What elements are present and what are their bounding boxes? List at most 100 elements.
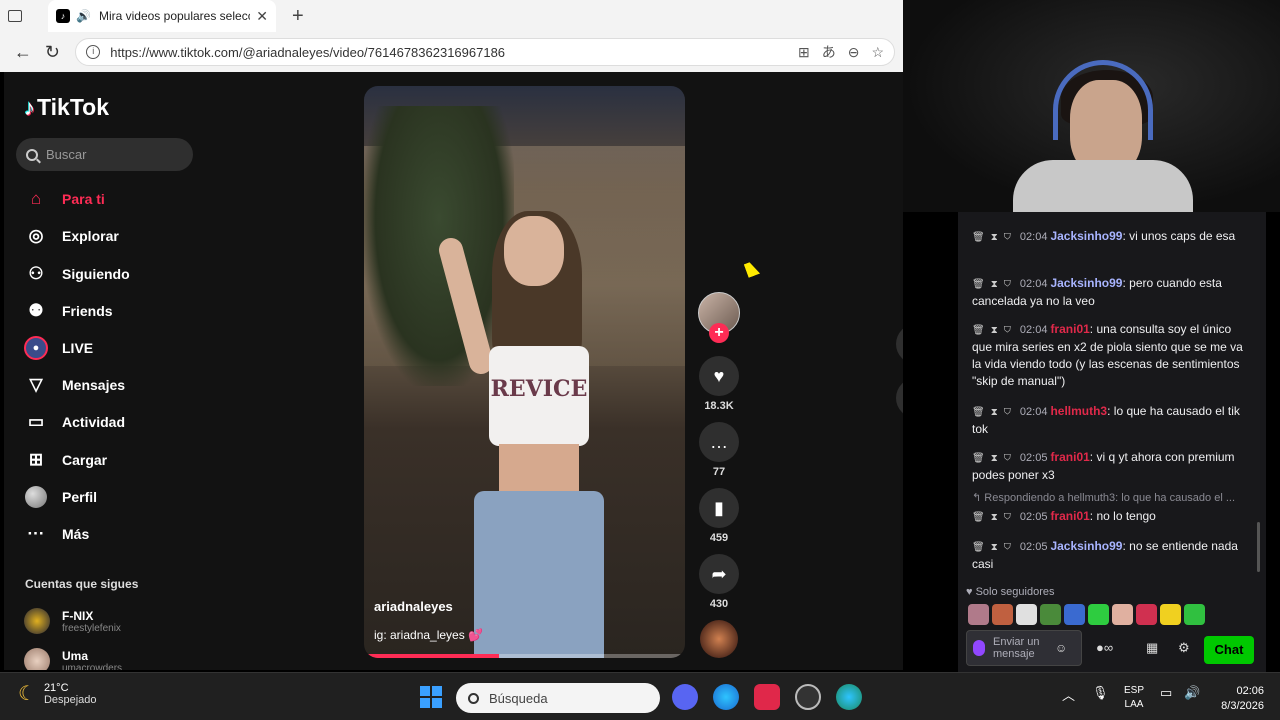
chat-message: 🗑⧗⛉ 02:04 hellmuth3: lo que ha causado el …: [972, 404, 1240, 436]
browser-tab[interactable]: ♪ 🔊 Mira videos populares selecci ✕: [48, 0, 276, 32]
gift-icon[interactable]: ▦: [1146, 640, 1158, 656]
emote-icon[interactable]: [1016, 604, 1037, 625]
sidebar-item-live[interactable]: ● LIVE: [24, 333, 93, 363]
weather-widget[interactable]: ☾ 21°C Despejado: [18, 681, 97, 706]
emote-icon[interactable]: [1184, 604, 1205, 625]
sidebar-item-cargar[interactable]: ⊞ Cargar: [24, 445, 107, 475]
emote-icon[interactable]: [1088, 604, 1109, 625]
speaker-icon[interactable]: 🔊: [76, 9, 91, 23]
sidebar: ♪ TikTok Buscar ⌂ Para ti ◎ Explorar ⚇ S…: [4, 72, 204, 670]
back-icon[interactable]: ←: [8, 42, 38, 63]
bookmark-icon: ▮: [699, 488, 739, 528]
like-button[interactable]: ♥ 18.3K: [698, 356, 740, 412]
following-account[interactable]: F-NIX freestylefenix: [24, 608, 121, 634]
video-progress-bar[interactable]: [364, 654, 685, 658]
chat-user[interactable]: Jacksinho99: [1050, 229, 1122, 243]
address-bar[interactable]: i https://www.tiktok.com/@ariadnaleyes/v…: [75, 38, 896, 66]
tab-actions-icon[interactable]: [8, 10, 22, 22]
sidebar-item-friends[interactable]: ⚉ Friends: [24, 296, 113, 326]
vivaldi-icon[interactable]: [754, 684, 780, 710]
chat-user[interactable]: frani01: [1050, 322, 1089, 336]
taskbar-search-label: Búsqueda: [489, 690, 548, 706]
chat-scrollbar[interactable]: [1257, 522, 1260, 572]
channel-points-icon[interactable]: ●∞: [1096, 640, 1113, 655]
emote-icon[interactable]: [968, 604, 989, 625]
chat-user[interactable]: Jacksinho99: [1050, 539, 1122, 553]
app-icon[interactable]: ⊞: [798, 44, 810, 61]
following-account[interactable]: Uma umacrowders: [24, 648, 122, 670]
sidebar-item-label: Perfil: [62, 489, 98, 505]
following-icon: ⚇: [28, 264, 44, 283]
emote-icon[interactable]: [1112, 604, 1133, 625]
chat-send-button[interactable]: Chat: [1204, 636, 1254, 664]
save-button[interactable]: ▮ 459: [698, 488, 740, 544]
sidebar-item-mas[interactable]: ··· Más: [24, 519, 90, 549]
sidebar-item-siguiendo[interactable]: ⚇ Siguiendo: [24, 259, 130, 289]
system-clock[interactable]: 02:06 8/3/2026: [1206, 684, 1264, 714]
sidebar-item-label: LIVE: [62, 340, 94, 356]
taskbar-search[interactable]: Búsqueda: [456, 683, 660, 713]
video-subject: REVICE: [436, 211, 614, 658]
language-indicator[interactable]: ESP LAA: [1124, 684, 1144, 712]
logo-text: TikTok: [37, 94, 109, 120]
video-caption: ig: ariadna_leyes 💕: [374, 628, 484, 642]
avatar: [24, 648, 50, 670]
network-icon[interactable]: ▭: [1160, 685, 1172, 701]
sidebar-item-perfil[interactable]: Perfil: [24, 482, 97, 512]
sidebar-item-label: Friends: [62, 303, 113, 319]
headset: [1053, 60, 1153, 140]
new-tab-icon[interactable]: +: [292, 5, 304, 28]
chat-message: 🗑⧗⛉ 02:04 frani01: una consulta soy el úni…: [972, 322, 1243, 388]
chat-input[interactable]: Enviar un mensaje ☺: [966, 630, 1082, 666]
translate-icon[interactable]: あ: [822, 42, 836, 62]
emote-icon[interactable]: [1064, 604, 1085, 625]
chat-time: 02:05: [1019, 452, 1048, 464]
video-author[interactable]: ariadnaleyes: [374, 599, 453, 614]
emote-icon[interactable]: [1160, 604, 1181, 625]
sidebar-item-label: Siguiendo: [62, 266, 130, 282]
share-button[interactable]: ➦ 430: [698, 554, 740, 610]
search-icon: [26, 148, 38, 161]
obs-icon[interactable]: [795, 684, 821, 710]
activity-icon: ▭: [27, 412, 45, 431]
chat-user[interactable]: hellmuth3: [1050, 404, 1107, 418]
comment-button[interactable]: … 77: [698, 422, 740, 478]
comment-icon: …: [699, 422, 739, 462]
tiktok-logo[interactable]: ♪ TikTok: [24, 94, 109, 121]
edge-icon[interactable]: [713, 684, 739, 710]
mic-icon[interactable]: [973, 640, 985, 656]
zoom-icon[interactable]: ⊖: [848, 44, 860, 61]
sidebar-item-para-ti[interactable]: ⌂ Para ti: [24, 184, 105, 214]
sidebar-item-explorar[interactable]: ◎ Explorar: [24, 221, 119, 251]
sidebar-item-mensajes[interactable]: ▽ Mensajes: [24, 370, 125, 400]
music-disc-icon[interactable]: [700, 620, 738, 658]
emote-icon[interactable]: [1040, 604, 1061, 625]
volume-icon[interactable]: 🔊: [1184, 685, 1200, 701]
discord-icon[interactable]: [672, 684, 698, 710]
chevron-up-icon[interactable]: ︿: [1062, 685, 1075, 704]
search-input[interactable]: Buscar: [16, 138, 193, 171]
settings-gear-icon[interactable]: ⚙: [1178, 640, 1190, 656]
site-info-icon[interactable]: i: [86, 45, 101, 59]
mod-badges-icon: 🗑⧗⛉: [972, 512, 1017, 523]
chat-user[interactable]: frani01: [1050, 450, 1089, 464]
previous-video-button[interactable]: ︿: [896, 324, 903, 364]
follow-plus-icon[interactable]: +: [709, 323, 729, 343]
windows-start-icon[interactable]: [420, 686, 442, 708]
webcam-shirt: [1013, 160, 1193, 212]
emoji-icon[interactable]: ☺: [1055, 641, 1067, 655]
refresh-icon[interactable]: ↻: [38, 42, 68, 63]
chat-user[interactable]: Jacksinho99: [1050, 276, 1122, 290]
favorite-star-icon[interactable]: ☆: [871, 44, 884, 61]
edge-dev-icon[interactable]: [836, 684, 862, 710]
microphone-icon[interactable]: 🎙: [1092, 685, 1109, 701]
chat-time: 02:04: [1019, 324, 1048, 336]
emote-icon[interactable]: [1136, 604, 1157, 625]
sidebar-item-actividad[interactable]: ▭ Actividad: [24, 407, 125, 437]
close-tab-icon[interactable]: ✕: [256, 8, 268, 25]
video-player[interactable]: REVICE ariadnaleyes ig: ariadna_leyes 💕: [364, 86, 685, 658]
chat-user[interactable]: frani01: [1050, 509, 1089, 523]
subject-arm: [436, 235, 496, 377]
next-video-button[interactable]: ﹀: [896, 378, 903, 418]
emote-icon[interactable]: [992, 604, 1013, 625]
